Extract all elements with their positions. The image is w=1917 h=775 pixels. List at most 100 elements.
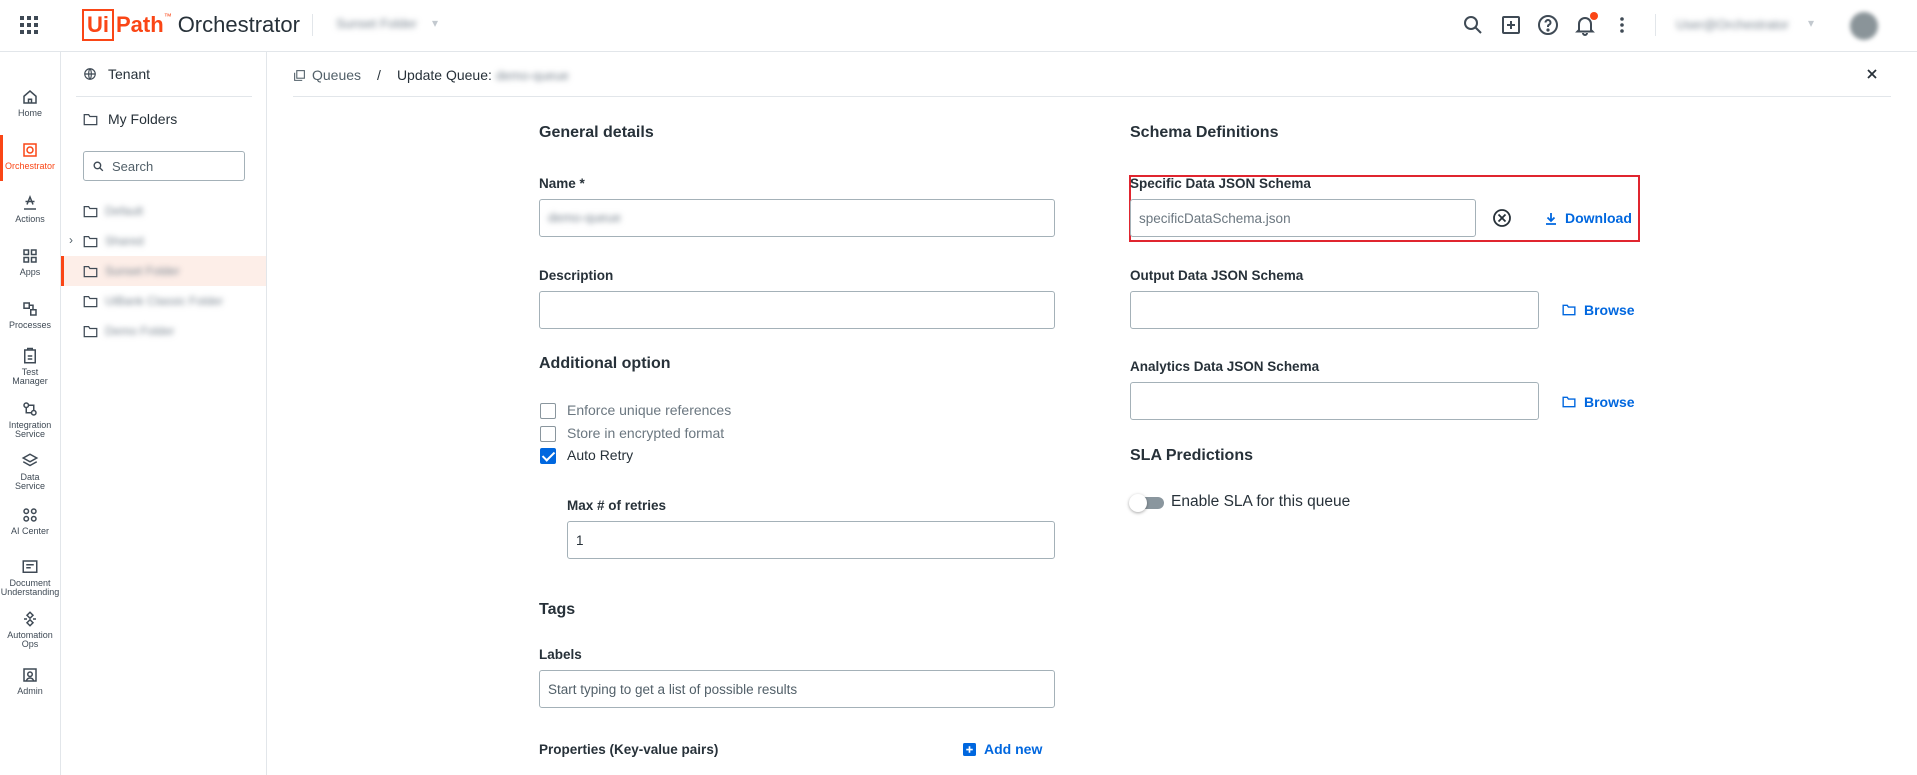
folder-item[interactable]: › Shared: [61, 226, 266, 256]
analytics-data-schema-input[interactable]: [1139, 392, 1506, 410]
search-icon[interactable]: [1461, 13, 1485, 37]
rail-label: Document Understanding: [0, 578, 60, 597]
tree-divider: [76, 96, 252, 97]
tenant-label: Tenant: [108, 66, 151, 82]
labels-field[interactable]: [539, 670, 1055, 708]
enforce-unique-references-checkbox[interactable]: [540, 403, 556, 419]
rail-label: Orchestrator: [4, 161, 55, 171]
product-nav-rail: Home Orchestrator Actions Apps Processes…: [0, 52, 61, 775]
rail-item-actions[interactable]: Actions: [0, 194, 60, 224]
max-retries-field[interactable]: [567, 521, 1055, 559]
folder-label: Demo Folder: [105, 324, 175, 338]
description-field[interactable]: [539, 291, 1055, 329]
tree-item-my-folders[interactable]: My Folders: [61, 104, 266, 134]
store-encrypted-checkbox[interactable]: [540, 426, 556, 442]
add-box-icon[interactable]: [1499, 13, 1523, 37]
add-box-icon: [963, 742, 976, 756]
add-new-button[interactable]: Add new: [963, 741, 1042, 757]
automation-ops-icon: [24, 611, 36, 627]
name-value[interactable]: demo-queue: [548, 210, 621, 225]
tenant-selector[interactable]: Sunset Folder: [336, 16, 417, 31]
specific-data-schema-input[interactable]: [1139, 209, 1449, 227]
avatar[interactable]: [1850, 12, 1878, 40]
specific-data-schema-field[interactable]: [1130, 199, 1476, 237]
rail-item-data-service[interactable]: Data Service: [0, 452, 60, 491]
toggle-knob: [1129, 494, 1147, 512]
folder-item[interactable]: Demo Folder: [61, 316, 266, 346]
folder-icon: [83, 114, 98, 126]
close-icon[interactable]: [1864, 66, 1880, 82]
browse-label: Browse: [1584, 394, 1635, 410]
rail-item-orchestrator[interactable]: Orchestrator: [0, 135, 60, 181]
user-account-name[interactable]: User@Orchestrator: [1676, 17, 1789, 32]
analytics-data-schema-label: Analytics Data JSON Schema: [1130, 359, 1320, 374]
folder-label: Sunset Folder: [105, 264, 180, 278]
description-input[interactable]: [548, 301, 1011, 319]
tree-item-tenant[interactable]: Tenant: [61, 59, 266, 89]
rail-label: Actions: [15, 214, 45, 224]
home-icon: [23, 90, 37, 104]
analytics-data-schema-field[interactable]: [1130, 382, 1539, 420]
product-name: Orchestrator: [177, 12, 300, 37]
enable-sla-label: Enable SLA for this queue: [1171, 493, 1351, 510]
rail-item-home[interactable]: Home: [0, 88, 60, 118]
browse-analytics-button[interactable]: Browse: [1562, 394, 1635, 410]
help-icon[interactable]: [1536, 13, 1560, 37]
rail-item-integration-service[interactable]: Integration Service: [0, 400, 60, 439]
more-vertical-icon[interactable]: [1610, 13, 1634, 37]
enable-sla-toggle[interactable]: [1129, 494, 1164, 512]
max-retries-label: Max # of retries: [567, 498, 667, 513]
folder-search-input[interactable]: [112, 157, 240, 175]
chevron-right-icon[interactable]: ›: [69, 233, 73, 247]
admin-icon: [23, 668, 37, 682]
globe-icon: [84, 68, 96, 80]
search-icon: [93, 161, 104, 172]
rail-item-automation-ops[interactable]: Automation Ops: [0, 610, 60, 649]
rail-item-document-understanding[interactable]: Document Understanding: [0, 558, 60, 597]
breadcrumb-queues-link[interactable]: Queues: [312, 67, 361, 83]
folder-item[interactable]: UiBank Classic Folder: [61, 286, 266, 316]
browse-output-button[interactable]: Browse: [1562, 302, 1635, 318]
download-button[interactable]: Download: [1545, 210, 1632, 226]
name-field[interactable]: demo-queue: [539, 199, 1055, 237]
remove-file-icon[interactable]: [1492, 208, 1512, 228]
folder-item[interactable]: Default: [61, 196, 266, 226]
output-data-schema-input[interactable]: [1139, 301, 1506, 319]
rail-label: Apps: [19, 267, 41, 277]
rail-label: Processes: [8, 320, 52, 330]
rail-item-apps[interactable]: Apps: [0, 247, 60, 277]
header-divider-right: [1655, 14, 1656, 36]
folder-search[interactable]: [83, 151, 245, 181]
labels-input[interactable]: [548, 680, 1011, 698]
properties-label: Properties (Key-value pairs): [539, 742, 719, 757]
tags-heading: Tags: [539, 601, 576, 618]
breadcrumb: Queues / Update Queue: demo-queue: [293, 64, 569, 86]
rail-item-ai-center[interactable]: AI Center: [0, 506, 60, 536]
processes-icon: [23, 302, 37, 316]
logo-ui: Ui: [82, 9, 114, 41]
chevron-down-icon: ▾: [1808, 16, 1815, 30]
max-retries-input[interactable]: [576, 531, 1014, 549]
queue-name: demo-queue: [495, 67, 569, 83]
rail-item-test-manager[interactable]: Test Manager: [0, 347, 60, 386]
notification-dot: [1590, 12, 1598, 20]
chevron-down-icon: ▾: [432, 16, 439, 30]
labels-label: Labels: [539, 647, 582, 662]
schema-definitions-heading: Schema Definitions: [1130, 124, 1279, 141]
logo-trademark: ™: [163, 12, 172, 21]
auto-retry-checkbox[interactable]: [540, 448, 556, 464]
output-data-schema-field[interactable]: [1130, 291, 1539, 329]
queues-icon: [294, 69, 305, 81]
folder-item-selected[interactable]: Sunset Folder: [61, 256, 266, 286]
uipath-orchestrator-logo[interactable]: Ui Path ™ Orchestrator: [82, 8, 300, 42]
rail-label: AI Center: [10, 526, 50, 536]
rail-item-processes[interactable]: Processes: [0, 300, 60, 330]
rail-label: Home: [17, 108, 42, 118]
store-encrypted-label: Store in encrypted format: [567, 425, 725, 441]
header-divider: [312, 14, 313, 36]
folder-open-icon: [1562, 396, 1576, 408]
app-launcher-icon[interactable]: [18, 14, 40, 36]
data-service-icon: [21, 453, 39, 467]
rail-item-admin[interactable]: Admin: [0, 666, 60, 696]
ai-center-icon: [23, 508, 37, 522]
